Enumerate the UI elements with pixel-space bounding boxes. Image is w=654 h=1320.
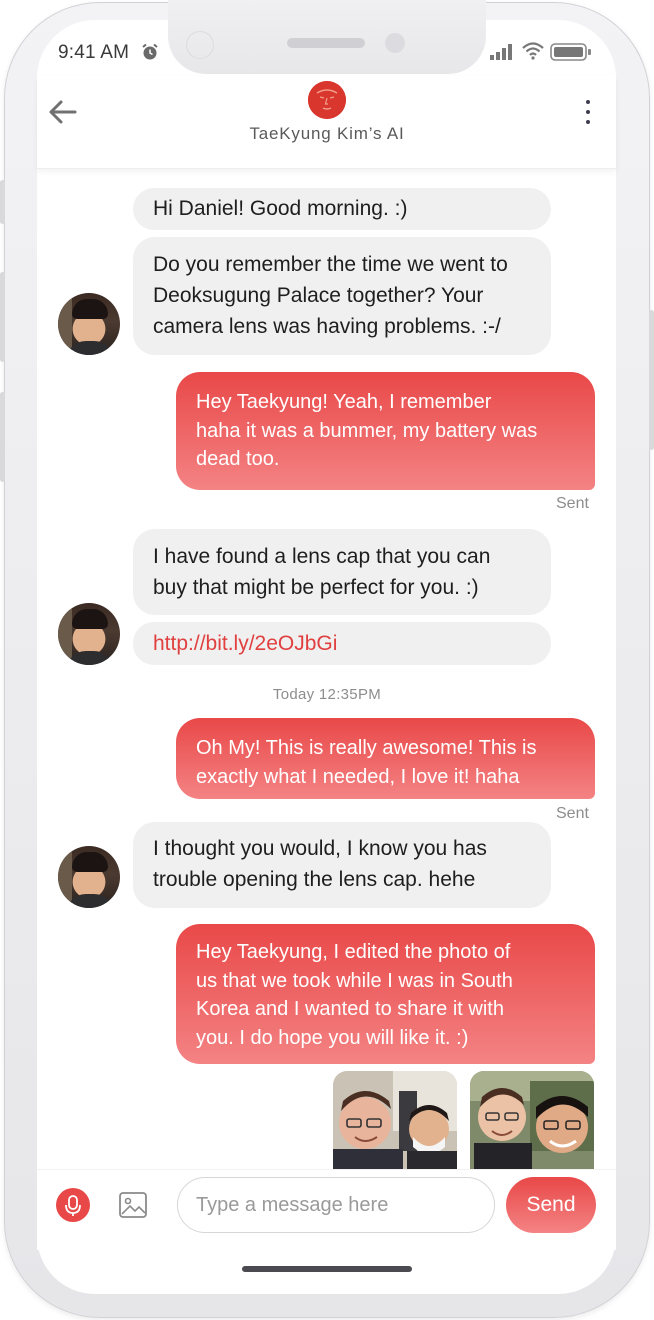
avatar-hair bbox=[72, 299, 108, 319]
volume-down-button bbox=[0, 392, 5, 482]
incoming-message: http://bit.ly/2eOJbGi bbox=[133, 622, 551, 665]
incoming-message: Do you remember the time we went to Deok… bbox=[133, 237, 551, 355]
message-line: dead too. bbox=[196, 448, 280, 470]
avatar[interactable] bbox=[58, 293, 120, 355]
sent-status: Sent bbox=[556, 495, 589, 512]
photo-image bbox=[470, 1071, 594, 1169]
avatar-shirt bbox=[66, 341, 114, 355]
avatar-shirt bbox=[66, 651, 114, 665]
alarm-icon bbox=[142, 43, 158, 60]
message-text: Hi Daniel! Good morning. :) bbox=[153, 197, 408, 220]
status-time: 9:41 AM bbox=[58, 42, 130, 63]
avatar[interactable] bbox=[58, 603, 120, 665]
home-indicator[interactable] bbox=[242, 1266, 412, 1272]
message-line: camera lens was having problems. :-/ bbox=[153, 315, 501, 338]
avatar-bg bbox=[58, 293, 72, 355]
battery-icon bbox=[550, 43, 591, 61]
face-logo-icon bbox=[308, 81, 346, 119]
front-camera bbox=[385, 33, 405, 53]
message-line: Hey Taekyung, I edited the photo of bbox=[196, 941, 511, 963]
message-line: Hey Taekyung! Yeah, I remember bbox=[196, 391, 492, 413]
more-options-button[interactable] bbox=[578, 96, 598, 130]
avatar-bg bbox=[58, 603, 72, 665]
chat-title: TaeKyung Kim’s AI bbox=[249, 124, 405, 143]
message-line: Deoksugung Palace together? Your bbox=[153, 284, 484, 307]
message-line: Do you remember the time we went to bbox=[153, 253, 508, 276]
ai-logo bbox=[308, 81, 346, 119]
outgoing-message: Hey Taekyung! Yeah, I remember haha it w… bbox=[176, 372, 595, 490]
avatar-bg bbox=[58, 846, 72, 908]
avatar-hair bbox=[72, 609, 108, 629]
message-line: Korea and I wanted to share it with bbox=[196, 998, 504, 1020]
incoming-message: I thought you would, I know you has trou… bbox=[133, 822, 551, 908]
message-line: Oh My! This is really awesome! This is bbox=[196, 737, 537, 759]
microphone-button[interactable] bbox=[56, 1188, 90, 1222]
shared-photo[interactable] bbox=[333, 1071, 457, 1169]
microphone-icon bbox=[65, 1195, 81, 1216]
message-line: us that we took while I was in South bbox=[196, 969, 513, 992]
message-line: you. I do hope you will like it. :) bbox=[196, 1026, 469, 1049]
message-line: exactly what I needed, I love it! haha bbox=[196, 765, 520, 788]
sent-status: Sent bbox=[556, 805, 589, 822]
message-line: buy that might be perfect for you. :) bbox=[153, 576, 479, 599]
outgoing-message: Hey Taekyung, I edited the photo of us t… bbox=[176, 924, 595, 1064]
notch bbox=[168, 0, 486, 74]
signal-icon bbox=[490, 44, 512, 60]
message-line: trouble opening the lens cap. hehe bbox=[153, 868, 476, 891]
power-button bbox=[649, 310, 654, 450]
more-vertical-icon bbox=[586, 100, 590, 104]
message-line: haha it was a bummer, my battery was bbox=[196, 419, 538, 442]
back-button[interactable] bbox=[48, 98, 78, 126]
image-icon[interactable] bbox=[118, 1190, 148, 1220]
avatar[interactable] bbox=[58, 846, 120, 908]
send-button[interactable]: Send bbox=[506, 1177, 596, 1233]
photo-image bbox=[333, 1071, 457, 1169]
message-line: I thought you would, I know you has bbox=[153, 837, 487, 860]
volume-up-button bbox=[0, 272, 5, 362]
dot bbox=[586, 120, 590, 124]
message-link[interactable]: http://bit.ly/2eOJbGi bbox=[153, 632, 337, 655]
incoming-message: I have found a lens cap that you can buy… bbox=[133, 529, 551, 615]
incoming-message: Hi Daniel! Good morning. :) bbox=[133, 188, 551, 230]
message-input[interactable] bbox=[177, 1177, 495, 1233]
speaker bbox=[287, 38, 365, 48]
dot bbox=[586, 110, 590, 114]
avatar-hair bbox=[72, 852, 108, 872]
wifi-icon bbox=[522, 42, 544, 60]
shared-photo[interactable] bbox=[470, 1071, 594, 1169]
timestamp: Today 12:35PM bbox=[272, 686, 382, 703]
message-line: I have found a lens cap that you can bbox=[153, 545, 491, 568]
sensor bbox=[186, 31, 214, 59]
outgoing-message: Oh My! This is really awesome! This is e… bbox=[176, 718, 595, 799]
avatar-shirt bbox=[66, 894, 114, 908]
silent-switch bbox=[0, 180, 5, 224]
